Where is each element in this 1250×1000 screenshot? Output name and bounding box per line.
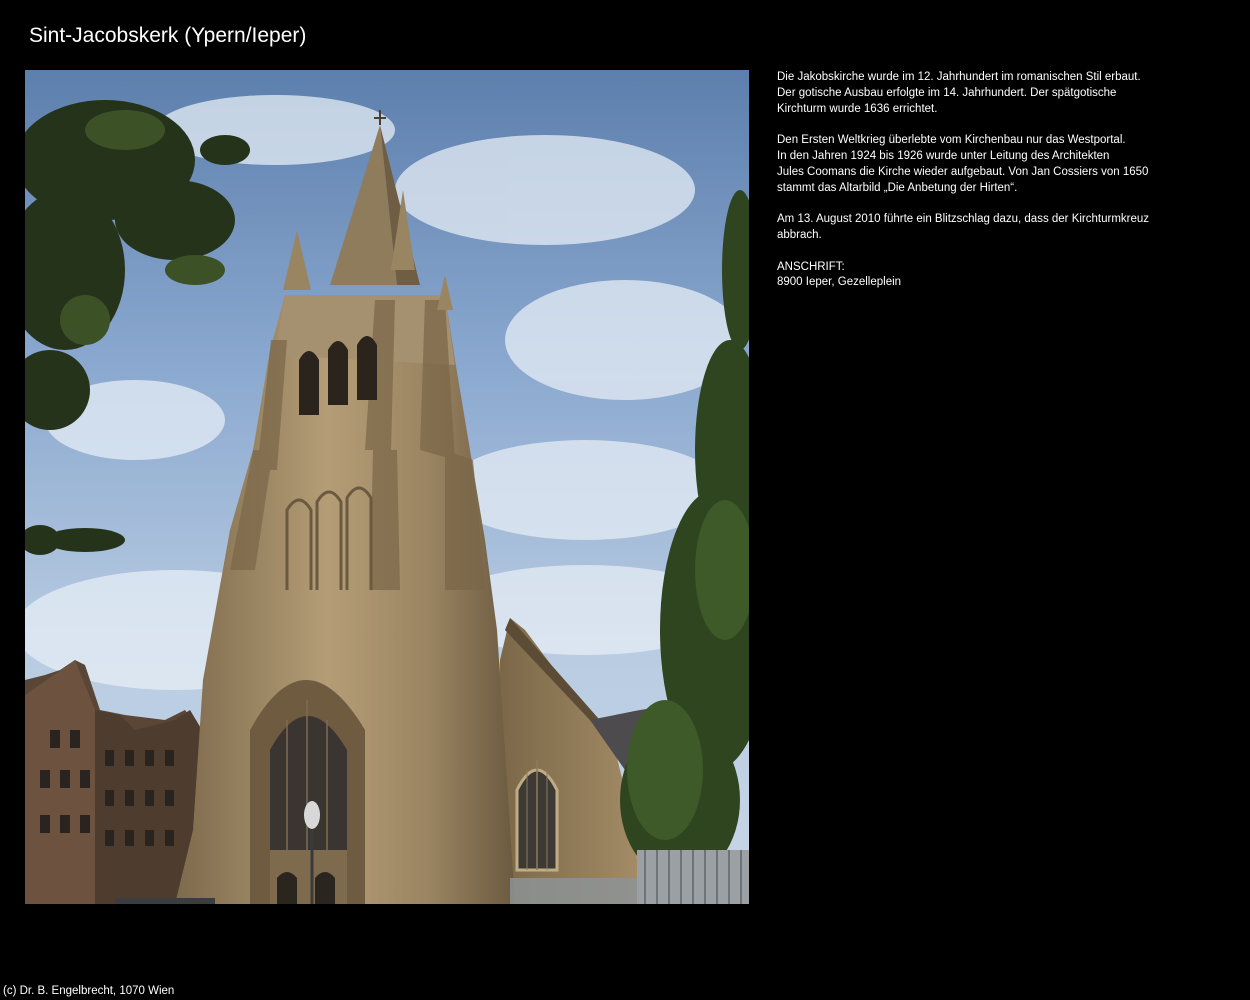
copyright-footer: (c) Dr. B. Engelbrecht, 1070 Wien (3, 985, 175, 997)
description-text: Die Jakobskirche wurde im 12. Jahrhunder… (777, 70, 1217, 307)
text-line: stammt das Altarbild „Die Anbetung der H… (777, 181, 1018, 194)
paragraph-history: Die Jakobskirche wurde im 12. Jahrhunder… (777, 70, 1217, 117)
address-heading: ANSCHRIFT: (777, 260, 845, 273)
text-line: Kirchturm wurde 1636 errichtet. (777, 102, 938, 115)
paragraph-rebuild: Den Ersten Weltkrieg überlebte vom Kirch… (777, 133, 1217, 196)
paragraph-address: ANSCHRIFT: 8900 Ieper, Gezelleplein (777, 260, 1217, 292)
text-line: Die Jakobskirche wurde im 12. Jahrhunder… (777, 71, 1141, 83)
church-photo (25, 70, 749, 904)
text-line: In den Jahren 1924 bis 1926 wurde unter … (777, 149, 1110, 162)
text-line: Jules Coomans die Kirche wieder aufgebau… (777, 165, 1149, 178)
text-line: Der gotische Ausbau erfolgte im 14. Jahr… (777, 86, 1117, 99)
paragraph-lightning: Am 13. August 2010 führte ein Blitzschla… (777, 212, 1217, 244)
text-line: Den Ersten Weltkrieg überlebte vom Kirch… (777, 134, 1126, 147)
address-value: 8900 Ieper, Gezelleplein (777, 276, 902, 289)
text-line: Am 13. August 2010 führte ein Blitzschla… (777, 213, 1150, 226)
text-line: abbrach. (777, 228, 822, 241)
page-title: Sint-Jacobskerk (Ypern/Ieper) (29, 24, 307, 47)
